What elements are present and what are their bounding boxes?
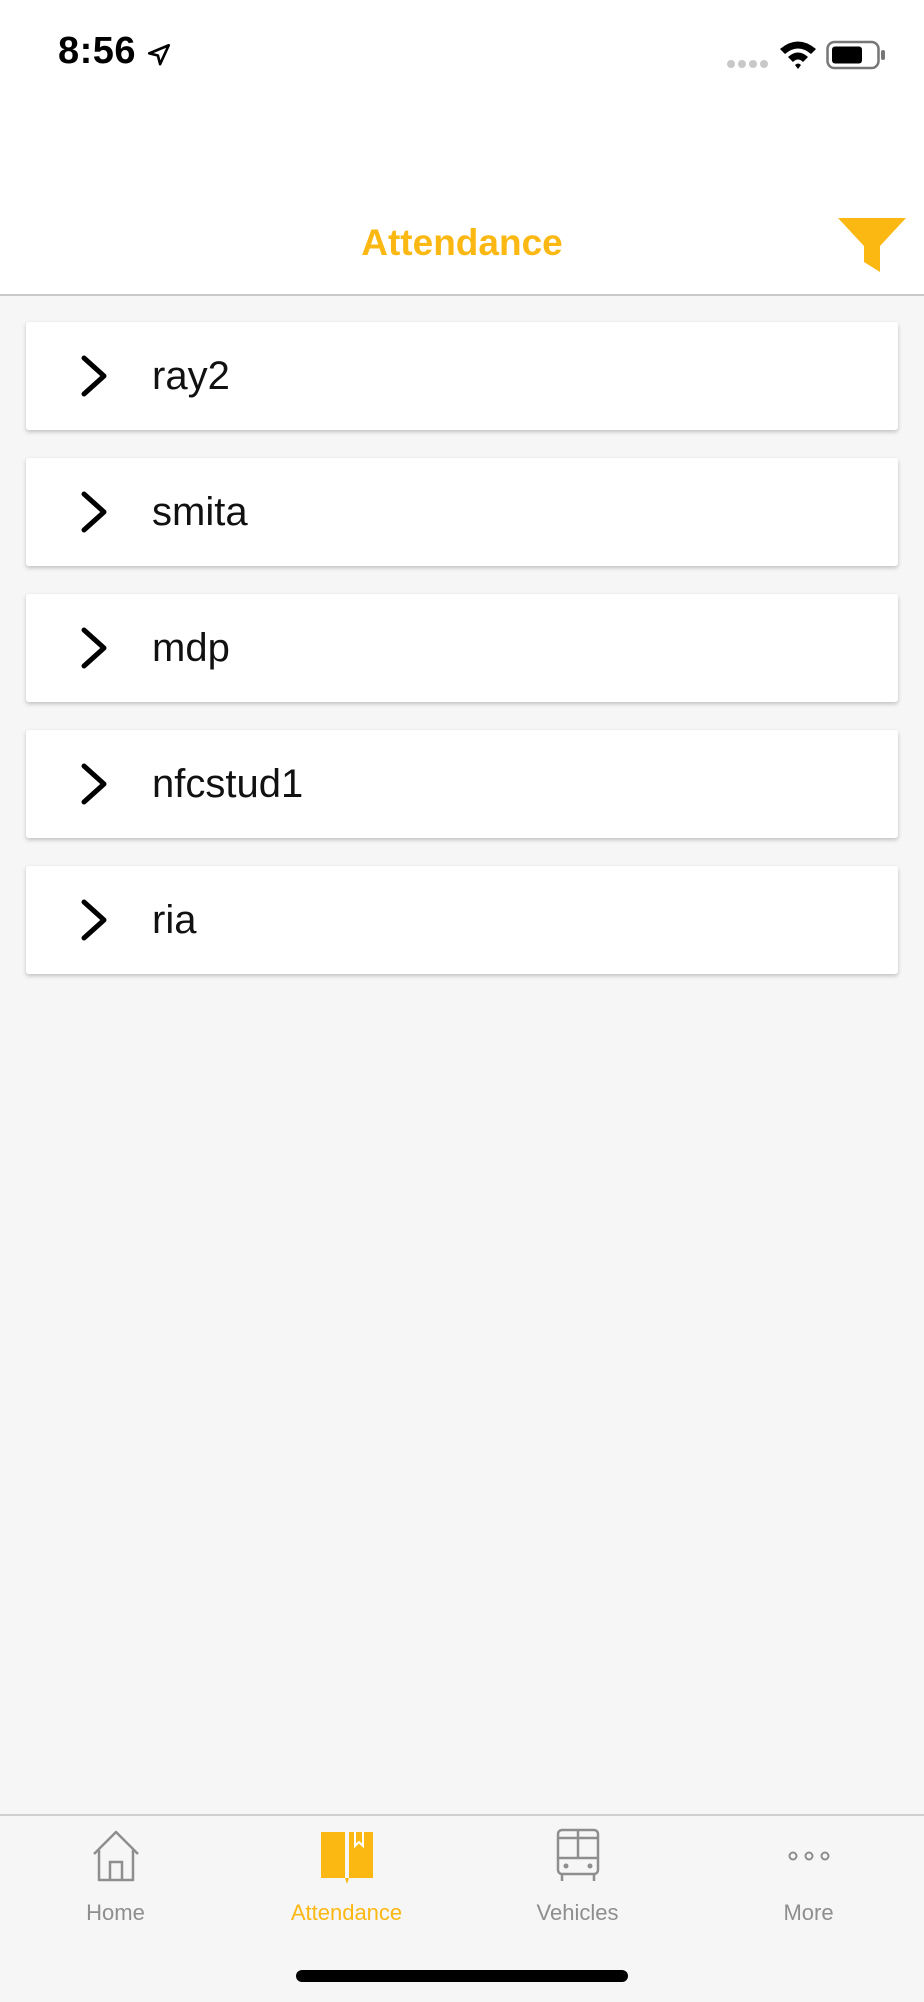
bus-icon [556,1828,600,1881]
home-icon [93,1830,139,1882]
status-time: 8:56 [58,30,137,72]
list-item-label: mdp [152,626,230,670]
chevron-right-icon [81,355,107,397]
tab-attendance[interactable]: Attendance [231,1828,462,1938]
list-item[interactable]: ria [26,866,898,974]
more-dots-icon [788,1851,830,1861]
funnel-icon[interactable] [836,216,908,276]
chevron-right-icon [81,491,107,533]
tab-label: Attendance [290,1900,403,1925]
tab-home[interactable]: Home [0,1828,231,1938]
header [0,110,924,296]
cellular-signal-icon [727,60,768,68]
list-item-label: ria [152,898,197,942]
list-item-label: ray2 [152,354,230,398]
list-item[interactable]: smita [26,458,898,566]
list-item[interactable]: ray2 [26,322,898,430]
book-icon [321,1832,373,1884]
page-title-text: Attendance [361,222,563,263]
battery-icon [826,40,885,70]
home-indicator[interactable] [296,1970,628,1982]
tab-label: Vehicles [536,1900,619,1925]
status-bar: 8:56 [0,0,924,110]
wifi-icon [780,41,816,69]
chevron-right-icon [81,899,107,941]
tab-vehicles[interactable]: Vehicles [462,1828,693,1938]
list-item[interactable]: nfcstud1 [26,730,898,838]
chevron-right-icon [81,763,107,805]
chevron-right-icon [81,627,107,669]
student-list: ray2 smita mdp nfcstud1 ria [26,322,898,1002]
list-item[interactable]: mdp [26,594,898,702]
location-arrow-icon [147,43,171,66]
tab-label: More [783,1900,834,1925]
tab-label: Home [86,1900,145,1925]
list-item-label: smita [152,490,248,534]
tab-more[interactable]: More [693,1828,924,1938]
list-item-label: nfcstud1 [152,762,304,806]
